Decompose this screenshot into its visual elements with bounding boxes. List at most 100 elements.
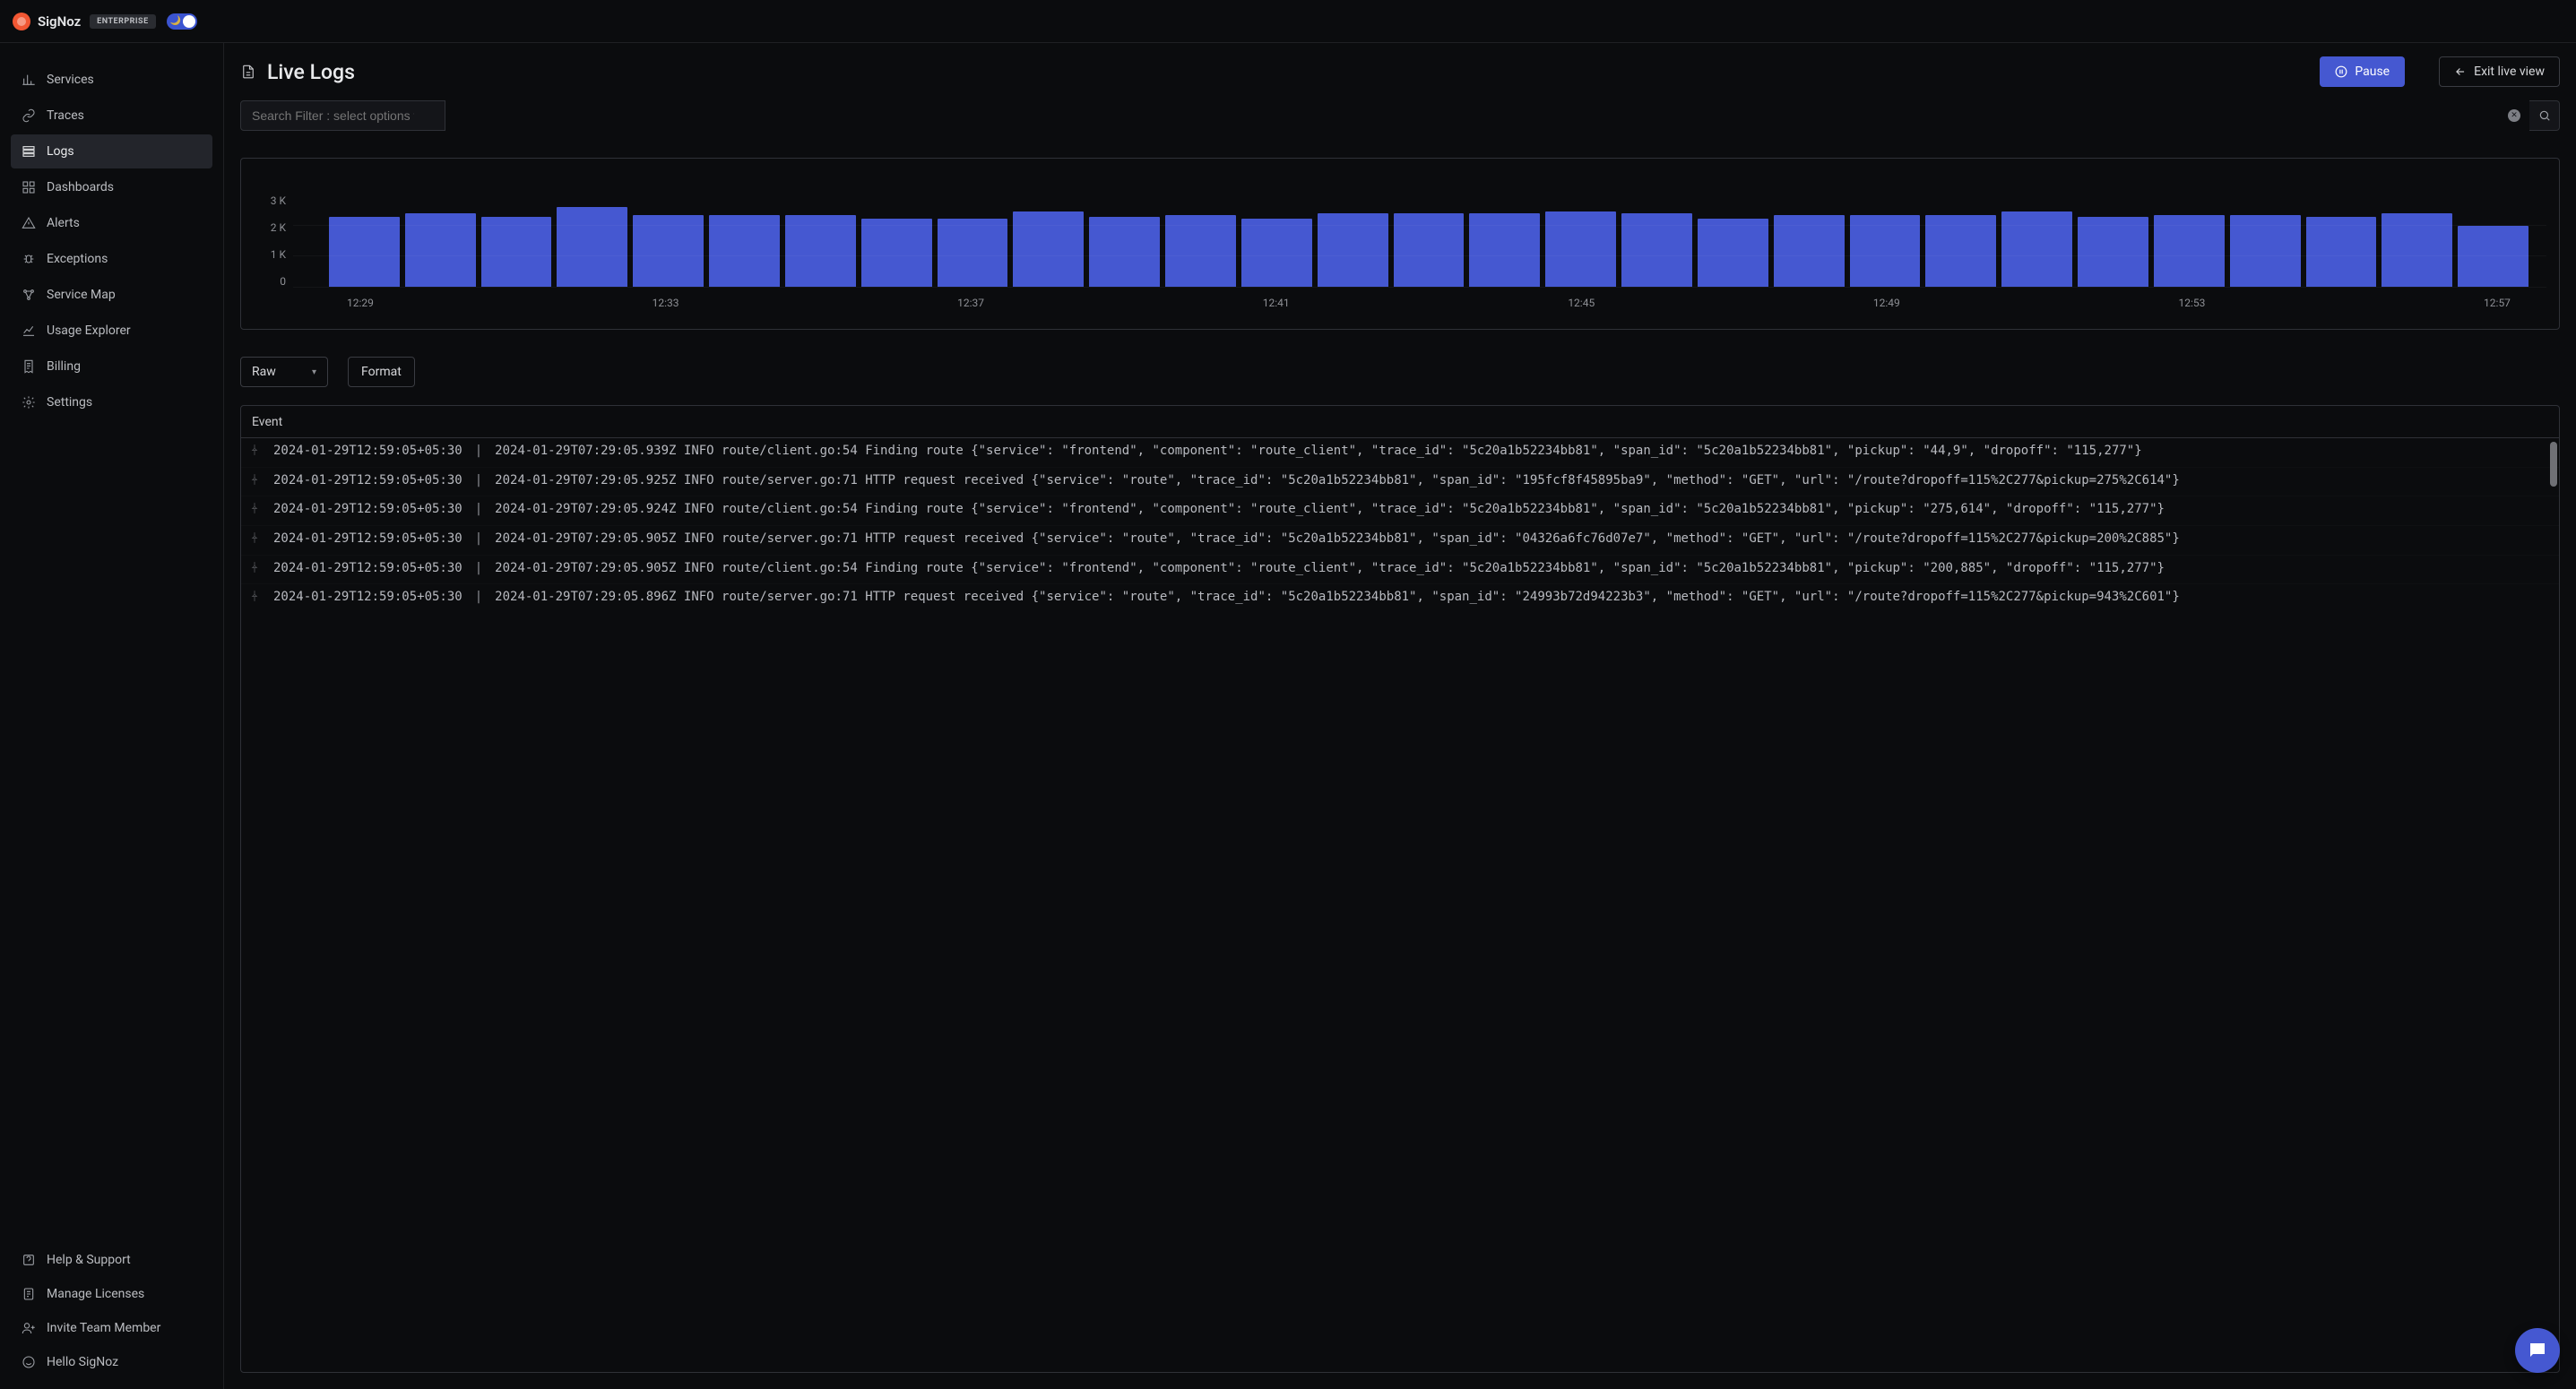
log-row[interactable]: 2024-01-29T12:59:05+05:30|2024-01-29T07:…: [241, 583, 2559, 613]
sidebar-item-label: Help & Support: [47, 1253, 131, 1267]
y-tick: 2 K: [254, 221, 286, 234]
y-tick: 3 K: [254, 194, 286, 207]
x-tick: 12:41: [1263, 297, 1290, 309]
hello-icon: [22, 1355, 36, 1369]
sidebar-item-exceptions[interactable]: Exceptions: [11, 242, 212, 276]
chevron-down-icon: ▾: [312, 367, 316, 377]
chart-bar[interactable]: [557, 207, 627, 287]
sidebar-item-service-map[interactable]: Service Map: [11, 278, 212, 312]
sidebar-item-label: Alerts: [47, 216, 80, 230]
chart-bar[interactable]: [1241, 219, 1312, 287]
chart-bar[interactable]: [2230, 215, 2301, 287]
sidebar-item-manage-licenses[interactable]: Manage Licenses: [11, 1278, 212, 1310]
chart-bar[interactable]: [2382, 213, 2452, 287]
x-tick: 12:53: [2178, 297, 2205, 309]
chart-bar[interactable]: [1925, 215, 1996, 287]
topbar: SigNoz ENTERPRISE: [0, 0, 2576, 43]
chart-bar[interactable]: [938, 219, 1008, 287]
x-tick: 12:49: [1873, 297, 1900, 309]
link-icon: [22, 108, 36, 123]
log-row[interactable]: 2024-01-29T12:59:05+05:30|2024-01-29T07:…: [241, 438, 2559, 467]
receipt-icon: [22, 359, 36, 374]
sidebar-item-traces[interactable]: Traces: [11, 99, 212, 133]
pause-icon: [2335, 65, 2347, 78]
sidebar-item-help-support[interactable]: Help & Support: [11, 1244, 212, 1276]
chart-bar[interactable]: [633, 215, 704, 287]
license-icon: [22, 1287, 36, 1301]
pin-icon[interactable]: [248, 530, 263, 551]
chart-bar[interactable]: [2078, 217, 2148, 287]
exit-live-view-button[interactable]: Exit live view: [2439, 56, 2560, 87]
chart-bar[interactable]: [1545, 211, 1616, 287]
format-button[interactable]: Format: [348, 357, 415, 387]
chart-bar[interactable]: [1165, 215, 1236, 287]
chart-bar[interactable]: [1089, 217, 1160, 287]
chart-bar[interactable]: [1621, 213, 1692, 287]
arrow-left-icon: [2454, 65, 2467, 78]
search-button[interactable]: [2529, 100, 2560, 131]
log-row[interactable]: 2024-01-29T12:59:05+05:30|2024-01-29T07:…: [241, 496, 2559, 525]
brand-name: SigNoz: [38, 13, 81, 30]
sidebar-item-hello-signoz[interactable]: Hello SigNoz: [11, 1346, 212, 1378]
pin-icon[interactable]: [248, 588, 263, 609]
gear-icon: [22, 395, 36, 410]
x-tick: 12:33: [653, 297, 679, 309]
chart-bar[interactable]: [405, 213, 476, 287]
chat-fab[interactable]: [2515, 1328, 2560, 1373]
chart-bar[interactable]: [709, 215, 780, 287]
chart-bar[interactable]: [1469, 213, 1540, 287]
sidebar-item-dashboards[interactable]: Dashboards: [11, 170, 212, 204]
grid-icon: [22, 180, 36, 194]
pause-button[interactable]: Pause: [2320, 56, 2405, 87]
sidebar-item-label: Hello SigNoz: [47, 1355, 118, 1369]
sidebar-item-label: Exceptions: [47, 252, 108, 266]
sidebar-item-usage-explorer[interactable]: Usage Explorer: [11, 314, 212, 348]
sidebar-item-invite-team-member[interactable]: Invite Team Member: [11, 1312, 212, 1344]
log-text: 2024-01-29T12:59:05+05:30|2024-01-29T07:…: [273, 530, 2548, 551]
sidebar-item-services[interactable]: Services: [11, 63, 212, 97]
sidebar-item-logs[interactable]: Logs: [11, 134, 212, 168]
chart-bar[interactable]: [785, 215, 856, 287]
chart-bar[interactable]: [2001, 211, 2072, 287]
format-label: Format: [361, 365, 402, 379]
chart-bar[interactable]: [1698, 219, 1768, 287]
chart-bar[interactable]: [2458, 226, 2528, 287]
theme-toggle[interactable]: [167, 13, 197, 30]
sidebar-item-alerts[interactable]: Alerts: [11, 206, 212, 240]
chart-bar[interactable]: [1318, 213, 1388, 287]
log-row[interactable]: 2024-01-29T12:59:05+05:30|2024-01-29T07:…: [241, 555, 2559, 584]
pause-label: Pause: [2355, 65, 2390, 79]
sidebar-item-settings[interactable]: Settings: [11, 385, 212, 419]
chart-bar[interactable]: [2154, 215, 2225, 287]
chart-bar[interactable]: [2306, 217, 2377, 287]
log-row[interactable]: 2024-01-29T12:59:05+05:30|2024-01-29T07:…: [241, 525, 2559, 555]
chart-bar[interactable]: [329, 217, 400, 287]
scrollbar[interactable]: [2550, 442, 2557, 487]
log-text: 2024-01-29T12:59:05+05:30|2024-01-29T07:…: [273, 559, 2548, 581]
sidebar-item-billing[interactable]: Billing: [11, 349, 212, 384]
chart-bar[interactable]: [1774, 215, 1845, 287]
logo-icon: [13, 13, 30, 30]
log-row[interactable]: 2024-01-29T12:59:05+05:30|2024-01-29T07:…: [241, 467, 2559, 496]
pin-icon[interactable]: [248, 471, 263, 493]
pin-icon[interactable]: [248, 500, 263, 522]
sidebar-item-label: Services: [47, 73, 94, 87]
events-panel: Event 2024-01-29T12:59:05+05:30|2024-01-…: [240, 405, 2560, 1373]
events-header: Event: [241, 406, 2559, 438]
search-filter-input[interactable]: [240, 100, 445, 131]
view-mode-select[interactable]: Raw ▾: [240, 357, 328, 387]
clear-search-icon[interactable]: ✕: [2508, 109, 2520, 122]
chart-bar[interactable]: [481, 217, 552, 287]
bar-chart-icon: [22, 73, 36, 87]
chart-bar[interactable]: [1850, 215, 1921, 287]
pin-icon[interactable]: [248, 442, 263, 463]
chart-bar[interactable]: [1394, 213, 1465, 287]
chart-bar[interactable]: [861, 219, 932, 287]
sidebar-item-label: Manage Licenses: [47, 1287, 144, 1301]
pin-icon[interactable]: [248, 559, 263, 581]
log-text: 2024-01-29T12:59:05+05:30|2024-01-29T07:…: [273, 588, 2548, 609]
document-icon: [240, 63, 256, 81]
chart-bar[interactable]: [1013, 211, 1084, 287]
page-title: Live Logs: [267, 60, 355, 84]
sidebar-item-label: Billing: [47, 359, 81, 374]
